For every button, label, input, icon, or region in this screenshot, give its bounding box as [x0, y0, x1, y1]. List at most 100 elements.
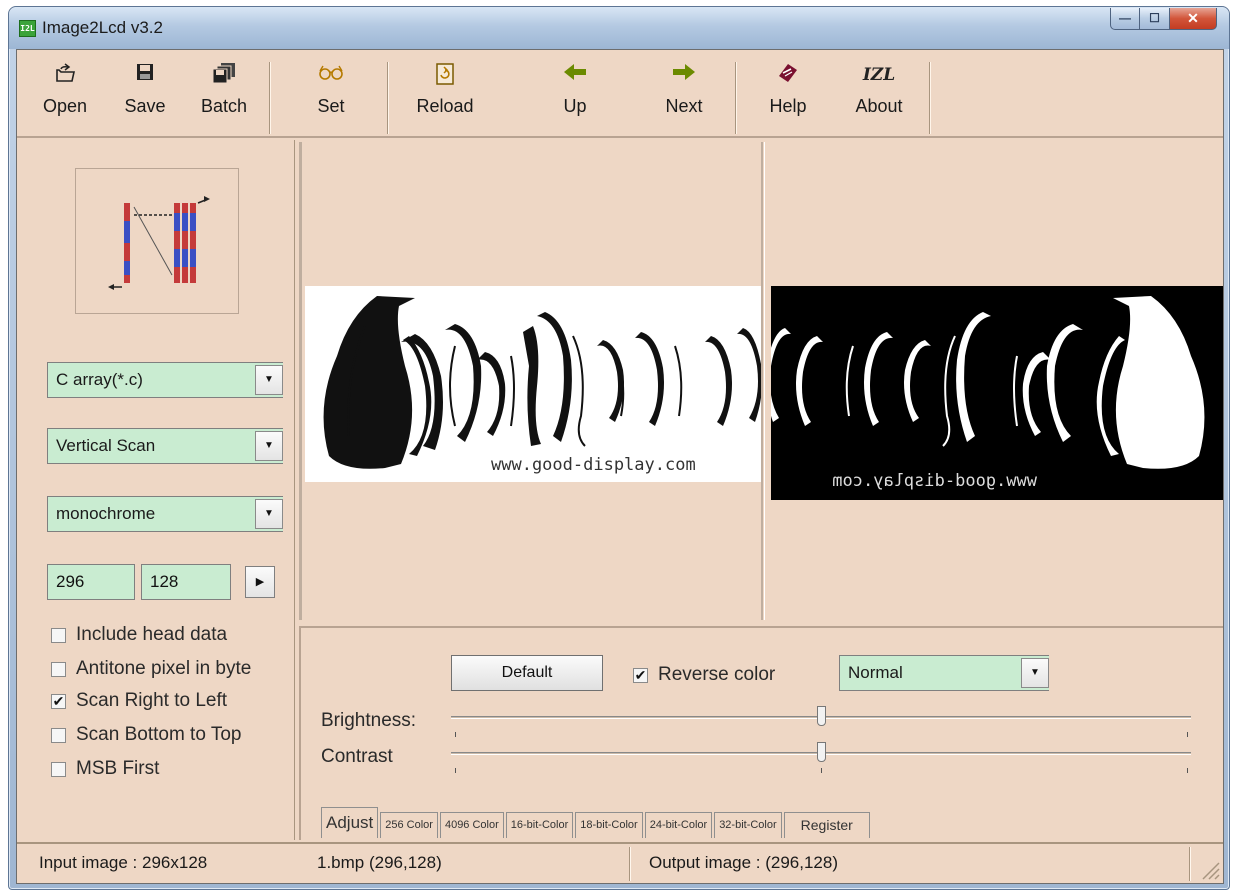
msb-first-checkbox[interactable]: MSB First: [51, 756, 159, 782]
about-button[interactable]: IZL About: [841, 58, 917, 132]
tab-adjust[interactable]: Adjust: [321, 807, 379, 838]
slider-tick: [455, 768, 456, 773]
batch-button[interactable]: Batch: [191, 58, 257, 132]
scan-mode-select[interactable]: Vertical Scan ▼: [47, 428, 283, 464]
color-depth-select[interactable]: monochrome ▼: [47, 496, 283, 532]
glasses-icon: [289, 62, 373, 90]
toolbar-separator: [387, 62, 389, 134]
status-bar: Input image : 296x128 1.bmp (296,128) Ou…: [17, 842, 1223, 883]
scan-mode-value: Vertical Scan: [56, 436, 156, 455]
open-button[interactable]: Open: [33, 58, 97, 132]
default-button[interactable]: Default: [451, 655, 603, 691]
close-button[interactable]: ✕: [1170, 8, 1217, 30]
output-penguins-image: www.good-display.com: [771, 296, 1205, 491]
status-input-image: Input image : 296x128: [39, 853, 208, 872]
reverse-color-checkbox[interactable]: ✔ Reverse color: [633, 662, 775, 688]
tab-16-bit-color[interactable]: 16-bit-Color: [505, 812, 574, 838]
client-area: Open Save Batch Set Reload Up Next Help …: [16, 49, 1224, 884]
toolbar: Open Save Batch Set Reload Up Next Help …: [17, 50, 1223, 138]
reverse-color-label: Reverse color: [658, 664, 776, 685]
help-book-icon: [755, 62, 821, 90]
input-penguins-image: www.good-display.com: [323, 296, 761, 475]
tab-18-bit-color[interactable]: 18-bit-Color: [575, 812, 643, 838]
set-label: Set: [317, 96, 345, 116]
scan-mode-preview: [75, 168, 239, 314]
resize-grip-icon[interactable]: [1195, 855, 1221, 881]
width-input[interactable]: 296: [47, 564, 135, 600]
reload-icon: [401, 62, 489, 90]
maximize-button[interactable]: ☐: [1140, 8, 1170, 30]
settings-tabs: Adjust 256 Color 4096 Color 16-bit-Color…: [321, 806, 872, 838]
status-separator: [629, 847, 631, 881]
checkbox-label: Scan Bottom to Top: [76, 724, 242, 745]
checkbox-box[interactable]: [51, 627, 66, 643]
checkbox-box-checked[interactable]: ✔: [51, 693, 66, 709]
dropdown-arrow-icon[interactable]: ▼: [255, 499, 283, 529]
input-watermark-text: www.good-display.com: [491, 455, 696, 475]
output-watermark-text: www.good-display.com: [832, 471, 1037, 491]
checkbox-label: Scan Right to Left: [76, 690, 228, 711]
tab-256-color[interactable]: 256 Color: [380, 812, 438, 838]
checkbox-label: Antitone pixel in byte: [76, 658, 252, 679]
minimize-button[interactable]: —: [1110, 8, 1140, 30]
toolbar-separator: [735, 62, 737, 134]
play-triangle-icon: ▶: [255, 576, 265, 588]
input-image-preview: www.good-display.com: [305, 286, 761, 482]
tab-register[interactable]: Register: [783, 812, 870, 838]
checkbox-label: Include head data: [76, 624, 228, 645]
open-label: Open: [42, 96, 88, 116]
about-logo-icon: IZL: [862, 65, 896, 85]
height-input[interactable]: 128: [141, 564, 231, 600]
window-controls: — ☐ ✕: [1110, 8, 1217, 30]
batch-label: Batch: [200, 96, 248, 116]
open-folder-icon: [33, 62, 97, 90]
contrast-slider-thumb[interactable]: [817, 742, 826, 762]
slider-tick: [1187, 732, 1188, 737]
apply-size-button[interactable]: ▶: [245, 566, 275, 598]
preview-divider[interactable]: [761, 142, 765, 620]
tab-24-bit-color[interactable]: 24-bit-Color: [644, 812, 713, 838]
checkbox-box[interactable]: [51, 761, 66, 777]
checkbox-label: MSB First: [76, 758, 160, 779]
image-preview-area: www.good-display.com www.good-display.co…: [299, 142, 1223, 620]
status-output-image: Output image : (296,128): [649, 853, 839, 872]
brightness-label: Brightness:: [321, 710, 417, 731]
output-type-value: C array(*.c): [56, 370, 143, 389]
up-button[interactable]: Up: [543, 58, 607, 132]
output-type-select[interactable]: C array(*.c) ▼: [47, 362, 283, 398]
mode-value: Normal: [848, 663, 903, 682]
help-button[interactable]: Help: [755, 58, 821, 132]
app-window: I2L Image2Lcd v3.2 — ☐ ✕ Open Save Batch…: [8, 6, 1230, 890]
brightness-slider-thumb[interactable]: [817, 706, 826, 726]
scan-bottom-to-top-checkbox[interactable]: Scan Bottom to Top: [51, 722, 241, 748]
checkbox-box[interactable]: [51, 727, 66, 743]
reload-label: Reload: [416, 96, 474, 116]
reload-button[interactable]: Reload: [401, 58, 489, 132]
up-label: Up: [563, 96, 587, 116]
title-bar[interactable]: I2L Image2Lcd v3.2 — ☐ ✕: [9, 7, 1229, 49]
dropdown-arrow-icon[interactable]: ▼: [255, 365, 283, 395]
toolbar-separator: [929, 62, 931, 134]
dropdown-arrow-icon[interactable]: ▼: [255, 431, 283, 461]
next-label: Next: [665, 96, 703, 116]
next-button[interactable]: Next: [649, 58, 719, 132]
mode-select[interactable]: Normal ▼: [839, 655, 1049, 691]
checkbox-box-checked[interactable]: ✔: [633, 667, 648, 683]
scan-right-to-left-checkbox[interactable]: ✔ Scan Right to Left: [51, 688, 227, 714]
slider-tick: [821, 768, 822, 773]
set-button[interactable]: Set: [289, 58, 373, 132]
settings-panel: C array(*.c) ▼ Vertical Scan ▼ monochrom…: [17, 140, 295, 840]
tab-32-bit-color[interactable]: 32-bit-Color: [714, 812, 782, 838]
save-label: Save: [124, 96, 166, 116]
antitone-pixel-checkbox[interactable]: Antitone pixel in byte: [51, 656, 251, 682]
contrast-label: Contrast: [321, 746, 393, 767]
slider-tick: [455, 732, 456, 737]
output-image-preview: www.good-display.com: [771, 286, 1223, 500]
status-file-name: 1.bmp (296,128): [317, 853, 442, 872]
checkbox-box[interactable]: [51, 661, 66, 677]
window-title: Image2Lcd v3.2: [42, 18, 163, 37]
dropdown-arrow-icon[interactable]: ▼: [1021, 658, 1049, 688]
save-button[interactable]: Save: [113, 58, 177, 132]
tab-4096-color[interactable]: 4096 Color: [439, 812, 504, 838]
include-head-data-checkbox[interactable]: Include head data: [51, 622, 227, 648]
